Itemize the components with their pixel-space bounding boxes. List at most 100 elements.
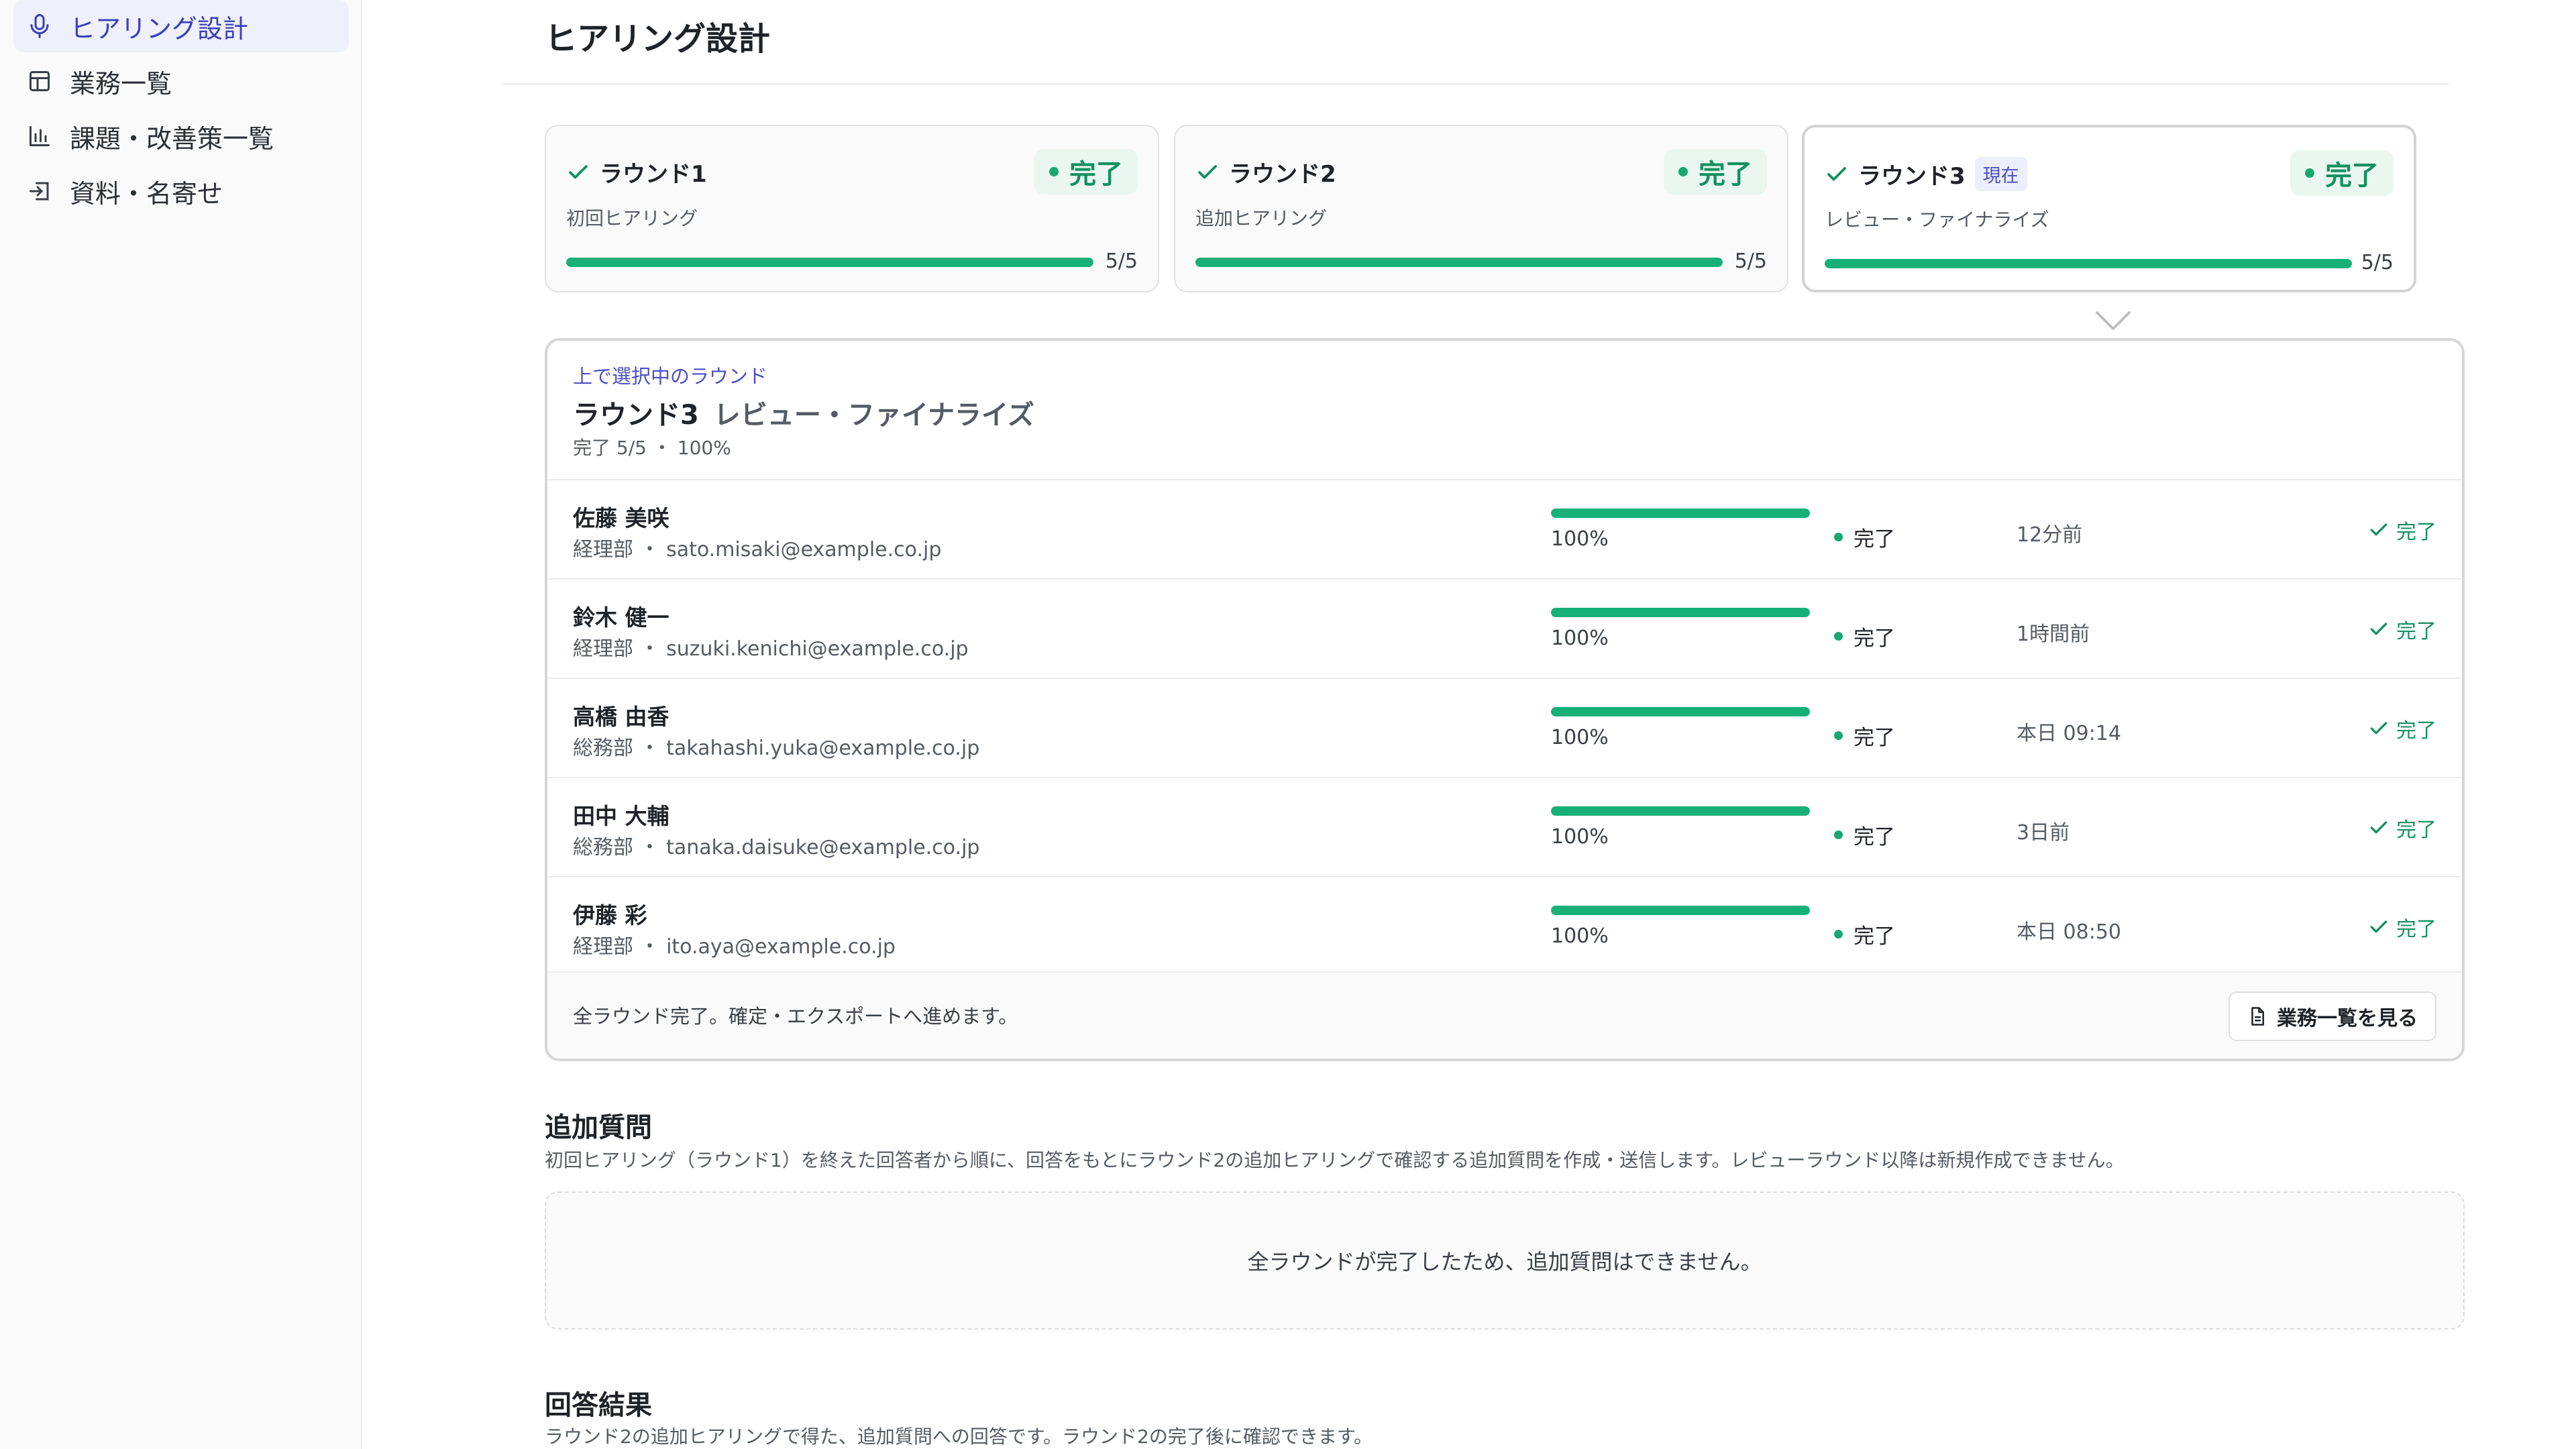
round-card-3[interactable]: ラウンド3 現在 完了 レビュー・ファイナライズ 5/5 [1802,125,2416,292]
respondent-progress-bar [1551,707,1810,716]
respondent-progress-bar [1551,806,1810,816]
sidebar-item-label: 資料・名寄せ [70,178,223,209]
detail-footer: 全ラウンド完了。確定・エクスポートへ進めます。 業務一覧を見る [547,971,2462,1059]
detail-meta: 完了 5/5 ・ 100% [573,437,731,459]
check-icon [1827,166,1846,180]
round-detail-panel: 上で選択中のラウンド ラウンド3 レビュー・ファイナライズ 完了 5/5 ・ 10… [545,338,2465,1061]
round-count: 5/5 [1734,250,1767,273]
additional-questions-title: 追加質問 [545,1112,652,1143]
respondent-name: 高橋 由香 [573,704,669,730]
respondent-done: 完了 [2368,912,2436,942]
round-progress-bar [1195,258,1723,267]
respondent-list: 佐藤 美咲 経理部 ・ sato.misaki@example.co.jp 10… [547,479,2462,975]
footer-message: 全ラウンド完了。確定・エクスポートへ進めます。 [573,1005,1018,1028]
respondent-progress-bar [1551,508,1810,518]
status-dot-icon [1049,167,1059,176]
respondent-row[interactable]: 高橋 由香 総務部 ・ takahashi.yuka@example.co.jp… [547,678,2462,777]
detail-title-sub: レビュー・ファイナライズ [713,400,1034,431]
current-badge: 現在 [1974,157,2027,191]
import-icon [24,176,55,207]
status-badge: 完了 [1034,149,1138,195]
check-icon [2370,523,2387,536]
page-title: ヒアリング設計 [545,20,771,58]
sidebar-item-materials[interactable]: 資料・名寄せ [13,165,349,217]
respondent-progress-bar [1551,906,1810,915]
respondent-state: 完了 [1834,820,1895,850]
respondent-done: 完了 [2368,813,2436,843]
respondent-info: 総務部 ・ tanaka.daisuke@example.co.jp [573,836,980,859]
status-dot-icon [1834,930,1843,938]
respondent-progress-bar [1551,608,1810,617]
results-desc: ラウンド2の追加ヒアリングで得た、追加質問への回答です。ラウンド2の完了後に確認… [545,1426,1373,1448]
main-content: ヒアリング設計 ラウンド1 完了 初回ヒアリング 5/5 ラウンド2 完了 追加… [362,0,2576,1449]
sidebar-item-label: 業務一覧 [70,68,172,99]
status-badge: 完了 [2290,150,2394,196]
round-count: 5/5 [1105,250,1138,273]
status-dot-icon [1678,167,1688,176]
respondent-row[interactable]: 田中 大輔 総務部 ・ tanaka.daisuke@example.co.jp… [547,777,2462,876]
results-title: 回答結果 [545,1390,652,1421]
round-card-2[interactable]: ラウンド2 完了 追加ヒアリング 5/5 [1174,125,1788,292]
sidebar-item-hearing-design[interactable]: ヒアリング設計 [13,0,349,52]
status-dot-icon [1834,533,1843,541]
sidebar-item-label: ヒアリング設計 [70,13,249,44]
microphone-icon [24,11,55,42]
respondent-time: 本日 08:50 [2017,920,2121,944]
respondent-info: 経理部 ・ ito.aya@example.co.jp [573,935,896,959]
bar-chart-icon [24,121,55,152]
respondent-info: 経理部 ・ sato.misaki@example.co.jp [573,538,942,561]
respondent-info: 総務部 ・ takahashi.yuka@example.co.jp [573,737,980,760]
round-card-1[interactable]: ラウンド1 完了 初回ヒアリング 5/5 [545,125,1159,292]
sidebar-item-issues[interactable]: 課題・改善策一覧 [13,110,349,162]
sidebar: ヒアリング設計 業務一覧 課題・改善策一覧 資料・名寄せ [0,0,362,1449]
status-badge: 完了 [1664,149,1767,195]
detail-eyebrow: 上で選択中のラウンド [573,365,768,388]
respondent-done: 完了 [2368,614,2436,644]
respondent-state: 完了 [1834,522,1895,552]
round-label: ラウンド3 [1858,163,1966,190]
document-icon [2251,1007,2264,1026]
respondent-percent: 100% [1551,627,1609,650]
round-subtitle: 追加ヒアリング [1195,207,1328,229]
view-business-list-button[interactable]: 業務一覧を見る [2229,991,2436,1041]
respondent-time: 本日 09:14 [2017,722,2121,745]
respondent-done: 完了 [2368,515,2436,545]
respondent-percent: 100% [1551,726,1609,749]
respondent-percent: 100% [1551,527,1609,551]
respondent-state: 完了 [1834,720,1895,751]
status-dot-icon [2305,168,2314,178]
respondent-info: 経理部 ・ suzuki.kenichi@example.co.jp [573,637,969,661]
additional-questions-desc: 初回ヒアリング（ラウンド1）を終えた回答者から順に、回答をもとにラウンド2の追加… [545,1149,2125,1171]
check-icon [1198,164,1217,178]
detail-title: ラウンド3 レビュー・ファイナライズ [573,400,1034,431]
respondent-row[interactable]: 鈴木 健一 経理部 ・ suzuki.kenichi@example.co.jp… [547,578,2462,678]
title-divider [503,83,2449,85]
respondent-name: 田中 大輔 [573,803,669,829]
check-icon [569,164,588,178]
round-label: ラウンド2 [1229,161,1336,188]
respondent-time: 1時間前 [2017,623,2090,646]
status-dot-icon [1834,830,1843,839]
round-subtitle: レビュー・ファイナライズ [1825,209,2049,231]
respondent-time: 3日前 [2017,821,2070,845]
check-icon [2370,623,2387,635]
sidebar-item-label: 課題・改善策一覧 [70,123,274,154]
round-progress-bar [566,258,1093,267]
respondent-time: 12分前 [2017,523,2083,547]
respondent-row[interactable]: 伊藤 彩 経理部 ・ ito.aya@example.co.jp 100% 完了… [547,876,2462,975]
respondent-done: 完了 [2368,714,2436,743]
respondent-percent: 100% [1551,825,1609,849]
sidebar-item-business-list[interactable]: 業務一覧 [13,55,349,107]
status-dot-icon [1834,731,1843,740]
round-progress-bar [1825,259,2352,268]
round-count: 5/5 [2361,251,2394,274]
respondent-state: 完了 [1834,621,1895,651]
round-subtitle: 初回ヒアリング [566,207,698,229]
respondent-row[interactable]: 佐藤 美咲 経理部 ・ sato.misaki@example.co.jp 10… [547,479,2462,578]
chevron-down-icon [2096,311,2131,330]
respondent-name: 伊藤 彩 [573,902,647,928]
respondent-name: 鈴木 健一 [573,604,669,631]
table-icon [24,66,55,97]
additional-questions-empty: 全ラウンドが完了したため、追加質問はできません。 [545,1191,2465,1330]
respondent-name: 佐藤 美咲 [573,505,669,531]
